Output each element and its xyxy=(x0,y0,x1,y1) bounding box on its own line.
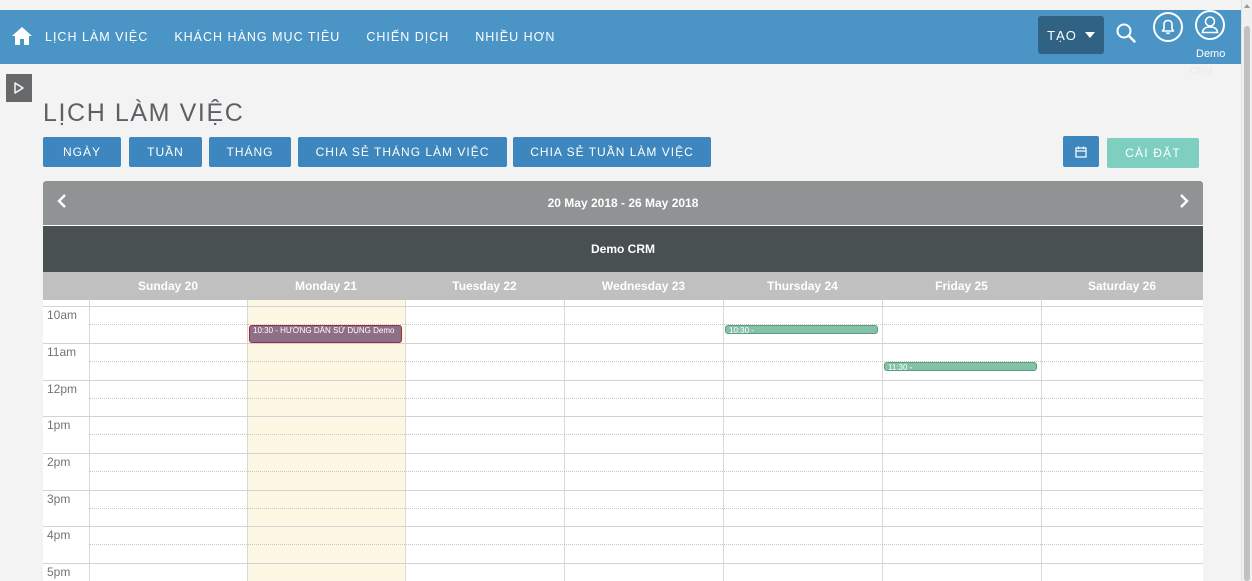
day-header[interactable]: Wednesday 23 xyxy=(564,272,723,300)
nav-item-leads[interactable]: KHÁCH HÀNG MỤC TIÊU xyxy=(174,30,340,44)
user-name[interactable]: Demo xyxy=(1196,48,1225,60)
page-title: LỊCH LÀM VIỆC xyxy=(43,99,245,127)
event-time: 11:30 - xyxy=(888,363,913,371)
day-header-row: Sunday 20 Monday 21 Tuesday 22 Wednesday… xyxy=(43,272,1203,300)
nav-item-calendar[interactable]: LỊCH LÀM VIỆC xyxy=(45,30,148,44)
scrollbar-thumb[interactable] xyxy=(1244,26,1250,581)
hour-line xyxy=(43,453,1203,454)
page: LỊCH LÀM VIỆC KHÁCH HÀNG MỤC TIÊU CHIẾN … xyxy=(0,0,1252,581)
day-header[interactable]: Saturday 26 xyxy=(1041,272,1203,300)
create-button[interactable]: TẠO xyxy=(1038,16,1104,54)
home-icon[interactable] xyxy=(11,26,33,46)
day-header[interactable]: Tuesday 22 xyxy=(405,272,564,300)
half-hour-line xyxy=(89,544,1203,545)
calendar-event[interactable]: 11:30 - xyxy=(884,362,1037,371)
day-header[interactable]: Thursday 24 xyxy=(723,272,882,300)
hour-line xyxy=(43,490,1203,491)
play-icon xyxy=(14,82,24,94)
calendar-event[interactable]: 10:30 - HƯỚNG DẪN SỬ DỤNG Demo xyxy=(249,325,402,343)
day-header[interactable]: Sunday 20 xyxy=(89,272,247,300)
week-view-button[interactable]: TUẦN xyxy=(129,137,202,167)
half-hour-line xyxy=(89,508,1203,509)
day-view-button[interactable]: NGÀY xyxy=(43,137,121,167)
hour-line xyxy=(43,380,1203,381)
time-label: 4pm xyxy=(47,528,71,542)
share-month-button[interactable]: CHIA SẺ THÁNG LÀM VIỆC xyxy=(298,137,507,167)
time-label: 10am xyxy=(47,308,78,322)
share-week-button[interactable]: CHIA SẺ TUẦN LÀM VIỆC xyxy=(513,137,711,167)
time-label: 12pm xyxy=(47,382,78,396)
time-label: 2pm xyxy=(47,455,71,469)
settings-button[interactable]: CÀI ĐẶT xyxy=(1107,138,1199,168)
bell-icon[interactable] xyxy=(1152,11,1184,43)
nav-item-campaigns[interactable]: CHIẾN DỊCH xyxy=(366,30,449,44)
event-title: HƯỚNG DẪN SỬ DỤNG Demo xyxy=(280,326,395,335)
hour-line xyxy=(43,526,1203,527)
calendar-header: 20 May 2018 - 26 May 2018 xyxy=(43,181,1203,225)
event-time: 10:30 - xyxy=(253,326,278,335)
scrollbar[interactable] xyxy=(1241,0,1252,581)
user-icon[interactable] xyxy=(1194,9,1226,41)
month-view-button[interactable]: THÁNG xyxy=(209,137,291,167)
hour-line xyxy=(43,563,1203,564)
day-header[interactable]: Monday 21 xyxy=(247,272,405,300)
half-hour-line xyxy=(89,471,1203,472)
time-label: 5pm xyxy=(47,565,71,579)
create-button-label: TẠO xyxy=(1047,27,1077,43)
hour-line xyxy=(43,343,1203,344)
user-subtitle: CRM xyxy=(1190,66,1213,77)
calendar: 20 May 2018 - 26 May 2018 Demo CRM Sunda… xyxy=(43,181,1203,581)
date-range: 20 May 2018 - 26 May 2018 xyxy=(547,196,699,210)
nav-item-more[interactable]: NHIỀU HƠN xyxy=(475,30,555,44)
search-icon[interactable] xyxy=(1115,22,1137,44)
scroll-up-icon[interactable] xyxy=(1244,4,1250,8)
time-label: 1pm xyxy=(47,418,71,432)
time-label: 3pm xyxy=(47,492,71,506)
time-grid[interactable]: 10am 11am 12pm 1pm 2pm 3pm 4pm 5pm 10:30… xyxy=(43,300,1203,581)
nav-menu: LỊCH LÀM VIỆC KHÁCH HÀNG MỤC TIÊU CHIẾN … xyxy=(45,10,581,64)
hour-line xyxy=(43,306,1203,307)
half-hour-line xyxy=(89,434,1203,435)
chevron-right-icon[interactable] xyxy=(1179,194,1189,208)
sidebar-toggle[interactable] xyxy=(6,74,32,102)
top-navbar: LỊCH LÀM VIỆC KHÁCH HÀNG MỤC TIÊU CHIẾN … xyxy=(0,10,1241,64)
event-time: 10:30 - xyxy=(729,326,754,334)
calendar-picker-button[interactable] xyxy=(1063,136,1099,167)
calendar-event[interactable]: 10:30 - xyxy=(725,325,878,334)
calendar-icon xyxy=(1075,146,1087,158)
hour-line xyxy=(43,416,1203,417)
day-header[interactable]: Friday 25 xyxy=(882,272,1041,300)
time-label: 11am xyxy=(47,345,77,359)
chevron-down-icon xyxy=(1084,32,1095,38)
half-hour-line xyxy=(89,398,1203,399)
resource-header: Demo CRM xyxy=(43,226,1203,272)
